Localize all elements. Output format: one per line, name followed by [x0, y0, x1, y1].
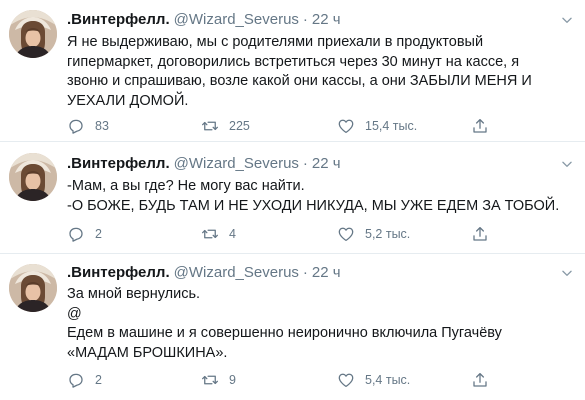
- share-icon: [471, 225, 489, 243]
- tweet-actions: 2 9 5,4 тыс.: [67, 371, 497, 391]
- like-button[interactable]: 15,4 тыс.: [337, 117, 417, 135]
- retweet-icon: [201, 117, 219, 135]
- timestamp[interactable]: 22 ч: [312, 264, 341, 281]
- tweet-text: Я не выдерживаю, мы с родителями приехал…: [67, 34, 532, 109]
- timestamp[interactable]: 22 ч: [312, 11, 341, 28]
- tweet-header: .Винтерфелл. @Wizard_Severus · 22 ч: [67, 11, 341, 28]
- retweet-button[interactable]: 225: [201, 117, 250, 135]
- share-button[interactable]: [471, 371, 489, 389]
- like-button[interactable]: 5,2 тыс.: [337, 225, 410, 243]
- username[interactable]: @Wizard_Severus: [174, 264, 299, 281]
- tweet-actions: 83 225 15,4 тыс.: [67, 117, 497, 137]
- reply-button[interactable]: 2: [67, 371, 102, 389]
- tweet-text: -Мам, а вы где? Не могу вас найти. -О БО…: [67, 178, 560, 214]
- avatar-image: [9, 10, 57, 58]
- reply-icon: [67, 117, 85, 135]
- reply-count: 2: [95, 227, 102, 241]
- heart-icon: [337, 117, 355, 135]
- display-name[interactable]: .Винтерфелл.: [67, 155, 170, 172]
- like-count: 5,2 тыс.: [365, 227, 411, 241]
- avatar[interactable]: [9, 153, 57, 201]
- tweet-header: .Винтерфелл. @Wizard_Severus · 22 ч: [67, 155, 341, 172]
- reply-count: 2: [95, 373, 102, 387]
- reply-icon: [67, 225, 85, 243]
- tweet[interactable]: .Винтерфелл. @Wizard_Severus · 22 ч -Мам, а…: [0, 142, 585, 253]
- like-count: 5,4 тыс.: [365, 373, 411, 387]
- reply-count: 83: [95, 119, 109, 133]
- share-icon: [471, 117, 489, 135]
- like-button[interactable]: 5,4 тыс.: [337, 371, 410, 389]
- retweet-icon: [201, 225, 219, 243]
- retweet-button[interactable]: 9: [201, 371, 236, 389]
- retweet-count: 4: [229, 227, 236, 241]
- tweet-header: .Винтерфелл. @Wizard_Severus · 22 ч: [67, 264, 341, 281]
- display-name[interactable]: .Винтерфелл.: [67, 264, 170, 281]
- share-button[interactable]: [471, 225, 489, 243]
- separator-dot: ·: [302, 155, 308, 172]
- share-button[interactable]: [471, 117, 489, 135]
- username[interactable]: @Wizard_Severus: [174, 155, 299, 172]
- separator-dot: ·: [302, 264, 308, 281]
- retweet-icon: [201, 371, 219, 389]
- reply-button[interactable]: 83: [67, 117, 109, 135]
- separator-dot: ·: [302, 11, 308, 28]
- chevron-down-icon[interactable]: [560, 266, 574, 280]
- avatar[interactable]: [9, 264, 57, 312]
- retweet-button[interactable]: 4: [201, 225, 236, 243]
- share-icon: [471, 371, 489, 389]
- avatar-image: [9, 153, 57, 201]
- chevron-down-icon[interactable]: [560, 13, 574, 27]
- tweet[interactable]: .Винтерфелл. @Wizard_Severus · 22 ч Я не вы…: [0, 0, 585, 141]
- tweet-text: За мной вернулись. @ Едем в машине и я с…: [67, 286, 502, 361]
- display-name[interactable]: .Винтерфелл.: [67, 11, 170, 28]
- like-count: 15,4 тыс.: [365, 119, 418, 133]
- tweet[interactable]: .Винтерфелл. @Wizard_Severus · 22 ч За мной…: [0, 254, 585, 400]
- reply-icon: [67, 371, 85, 389]
- retweet-count: 9: [229, 373, 236, 387]
- heart-icon: [337, 371, 355, 389]
- retweet-count: 225: [229, 119, 250, 133]
- chevron-down-icon[interactable]: [560, 157, 574, 171]
- tweet-actions: 2 4 5,2 тыс.: [67, 225, 497, 245]
- heart-icon: [337, 225, 355, 243]
- avatar[interactable]: [9, 10, 57, 58]
- timestamp[interactable]: 22 ч: [312, 155, 341, 172]
- reply-button[interactable]: 2: [67, 225, 102, 243]
- avatar-image: [9, 264, 57, 312]
- username[interactable]: @Wizard_Severus: [174, 11, 299, 28]
